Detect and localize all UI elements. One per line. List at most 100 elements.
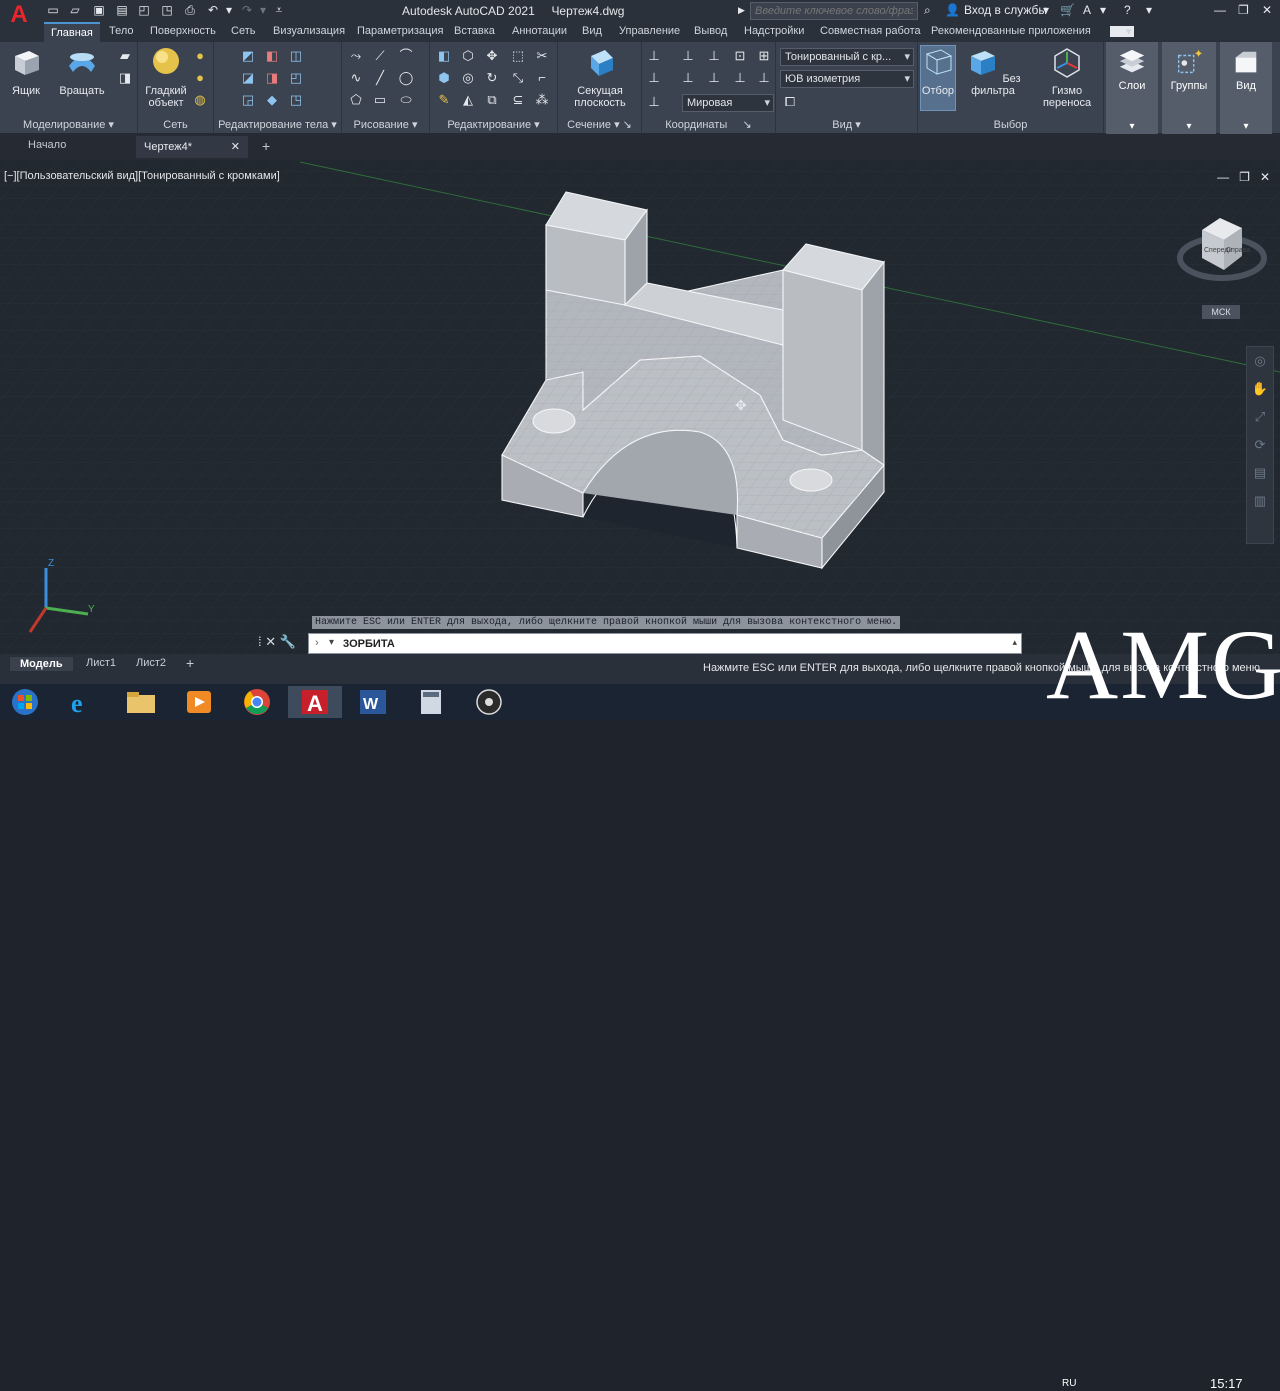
stretch-icon[interactable]: ◭ xyxy=(460,92,476,108)
taskbar-chrome[interactable] xyxy=(230,686,284,718)
tab-collaborate[interactable]: Совместная работа xyxy=(820,25,921,37)
separate-icon[interactable]: ◆ xyxy=(264,92,280,108)
view-expand-icon[interactable]: ▾ xyxy=(1220,121,1272,132)
tab-layout2[interactable]: Лист2 xyxy=(136,657,166,669)
tab-layout1[interactable]: Лист1 xyxy=(86,657,116,669)
save-as-icon[interactable]: ▤ xyxy=(115,3,129,17)
save-icon[interactable]: ▣ xyxy=(92,3,106,17)
tab-surface[interactable]: Поверхность xyxy=(150,25,216,37)
recent-commands-icon[interactable]: ▾ xyxy=(329,637,334,648)
user-icon[interactable]: 👤 xyxy=(945,3,960,17)
ucs-named-icon[interactable]: ⊥ xyxy=(646,94,662,110)
panel-solid-editing-label[interactable]: Редактирование тела ▾ xyxy=(214,118,341,131)
a360-dropdown-icon[interactable]: ▾ xyxy=(1100,3,1106,17)
clock[interactable]: 15:17 xyxy=(1210,1376,1243,1391)
ucs-zaxis-icon[interactable]: ⊥ xyxy=(706,70,722,86)
panel-coordinates-label[interactable]: Координаты ↘ xyxy=(642,118,775,131)
undo-icon[interactable]: ↶ xyxy=(206,3,220,17)
panel-modify-label[interactable]: Редактирование ▾ xyxy=(430,118,557,131)
plot-icon[interactable]: ⎙ xyxy=(183,3,197,17)
align-icon[interactable]: ⬚ xyxy=(510,48,526,64)
refine-mesh-icon[interactable]: ◍ xyxy=(192,92,208,108)
open-file-icon[interactable]: ▱ xyxy=(68,3,82,17)
search-input[interactable] xyxy=(755,5,913,17)
tab-start[interactable]: Начало xyxy=(28,139,66,151)
fillet-icon[interactable]: ⌐ xyxy=(534,70,550,86)
panel-section-label[interactable]: Сечение ▾ ↘ xyxy=(558,118,641,131)
scale-icon[interactable]: ⤡ xyxy=(510,70,526,86)
open-web-icon[interactable]: ◰ xyxy=(137,3,151,17)
redo-dropdown-icon[interactable]: ▾ xyxy=(256,3,270,17)
array-icon[interactable]: ⬢ xyxy=(436,70,452,86)
undo-dropdown-icon[interactable]: ▾ xyxy=(222,3,236,17)
rectangle-icon[interactable]: ▭ xyxy=(372,92,388,108)
erase-icon[interactable]: ✎ xyxy=(436,92,452,108)
taskbar-ie[interactable]: e xyxy=(56,686,110,718)
steering-wheel-icon[interactable]: ◎ xyxy=(1247,347,1273,375)
viewport-minimize-icon[interactable]: — xyxy=(1217,170,1229,184)
array-polar-icon[interactable]: ◎ xyxy=(460,70,476,86)
panel-view-label[interactable]: Вид ▾ xyxy=(776,118,917,131)
ellipse-icon[interactable]: ⬭ xyxy=(398,92,414,108)
thicken-icon[interactable]: ◰ xyxy=(288,70,304,86)
move-gizmo-button[interactable]: Гизмо переноса xyxy=(1034,46,1100,109)
layers-expand-icon[interactable]: ▾ xyxy=(1106,121,1158,132)
layers-panel[interactable]: Слои ▾ xyxy=(1106,42,1158,134)
trim-icon[interactable]: ✂ xyxy=(534,48,550,64)
taskbar-word[interactable]: W xyxy=(346,686,400,718)
move-icon[interactable]: ✥ xyxy=(484,48,500,64)
viewport-label[interactable]: [−][Пользовательский вид][Тонированный с… xyxy=(4,170,280,182)
subtract-icon[interactable]: ◧ xyxy=(264,48,280,64)
circle-icon[interactable]: ◯ xyxy=(398,70,414,86)
customize-qat-icon[interactable]: ⩡ xyxy=(272,3,286,17)
search-icon[interactable]: ⌕ xyxy=(924,3,931,18)
view-panel-compact[interactable]: Вид ▾ xyxy=(1220,42,1272,134)
drawing-viewport[interactable]: ✥ Спереди Справа Z Y [−][Пользовательски… xyxy=(0,160,1280,654)
box-button[interactable]: Ящик xyxy=(6,46,46,97)
help-icon[interactable]: ? xyxy=(1124,3,1131,17)
groups-panel[interactable]: ✦ Группы ▾ xyxy=(1162,42,1216,134)
signin-label[interactable]: Вход в службы xyxy=(964,3,1047,17)
new-tab-icon[interactable]: + xyxy=(262,138,270,154)
interfere-icon[interactable]: ◪ xyxy=(240,70,256,86)
spline-icon[interactable]: ∿ xyxy=(348,70,364,86)
ucs-face-icon[interactable]: ⊡ xyxy=(732,48,748,64)
tab-annotate[interactable]: Аннотации xyxy=(512,25,567,37)
view-combo[interactable]: ЮВ изометрия xyxy=(780,70,914,88)
ucs-icon[interactable]: ⊥ xyxy=(646,48,662,64)
polygon-icon[interactable]: ⬠ xyxy=(348,92,364,108)
close-icon[interactable]: ✕ xyxy=(1262,3,1272,17)
smooth-more-icon[interactable]: ● xyxy=(192,48,208,64)
taskbar-explorer[interactable] xyxy=(114,686,168,718)
new-file-icon[interactable]: ▭ xyxy=(46,3,60,17)
pan-icon[interactable]: ✋ xyxy=(1247,375,1273,403)
tab-home[interactable]: Главная xyxy=(44,22,100,42)
command-input[interactable] xyxy=(343,638,943,650)
ucs-origin-icon[interactable]: ⊥ xyxy=(680,70,696,86)
close-tab-icon[interactable]: ✕ xyxy=(231,140,240,153)
search-box[interactable] xyxy=(750,2,918,20)
groups-expand-icon[interactable]: ▾ xyxy=(1162,121,1216,132)
panel-draw-label[interactable]: Рисование ▾ xyxy=(342,118,429,131)
ucs-view-icon[interactable]: ⊥ xyxy=(646,70,662,86)
intersect-icon[interactable]: ◫ xyxy=(288,48,304,64)
autodesk-app-store-icon[interactable]: 🛒 xyxy=(1060,3,1075,17)
explode-icon[interactable]: ⁂ xyxy=(534,92,550,108)
extrude-icon[interactable]: ▰ xyxy=(117,48,133,64)
tab-visualize[interactable]: Визуализация xyxy=(273,25,345,37)
union-icon[interactable]: ◩ xyxy=(240,48,256,64)
a360-icon[interactable]: A xyxy=(1083,3,1091,17)
tab-solid[interactable]: Тело xyxy=(109,25,134,37)
culling-button[interactable]: Отбор xyxy=(920,45,956,111)
rotate-3d-icon[interactable]: ⬡ xyxy=(460,48,476,64)
line-icon[interactable]: ⤳ xyxy=(348,48,364,64)
panel-mesh-label[interactable]: Сеть xyxy=(138,119,213,131)
save-web-icon[interactable]: ◳ xyxy=(160,3,174,17)
tab-insert[interactable]: Вставка xyxy=(454,25,495,37)
ribbon-options-dropdown-icon[interactable]: ▾ xyxy=(1126,25,1132,38)
presspull-icon[interactable]: ◨ xyxy=(117,70,133,86)
tab-output[interactable]: Вывод xyxy=(694,25,727,37)
tab-model[interactable]: Модель xyxy=(10,657,73,671)
taskbar-autocad[interactable]: A xyxy=(288,686,342,718)
language-indicator[interactable]: RU xyxy=(1062,1378,1076,1389)
